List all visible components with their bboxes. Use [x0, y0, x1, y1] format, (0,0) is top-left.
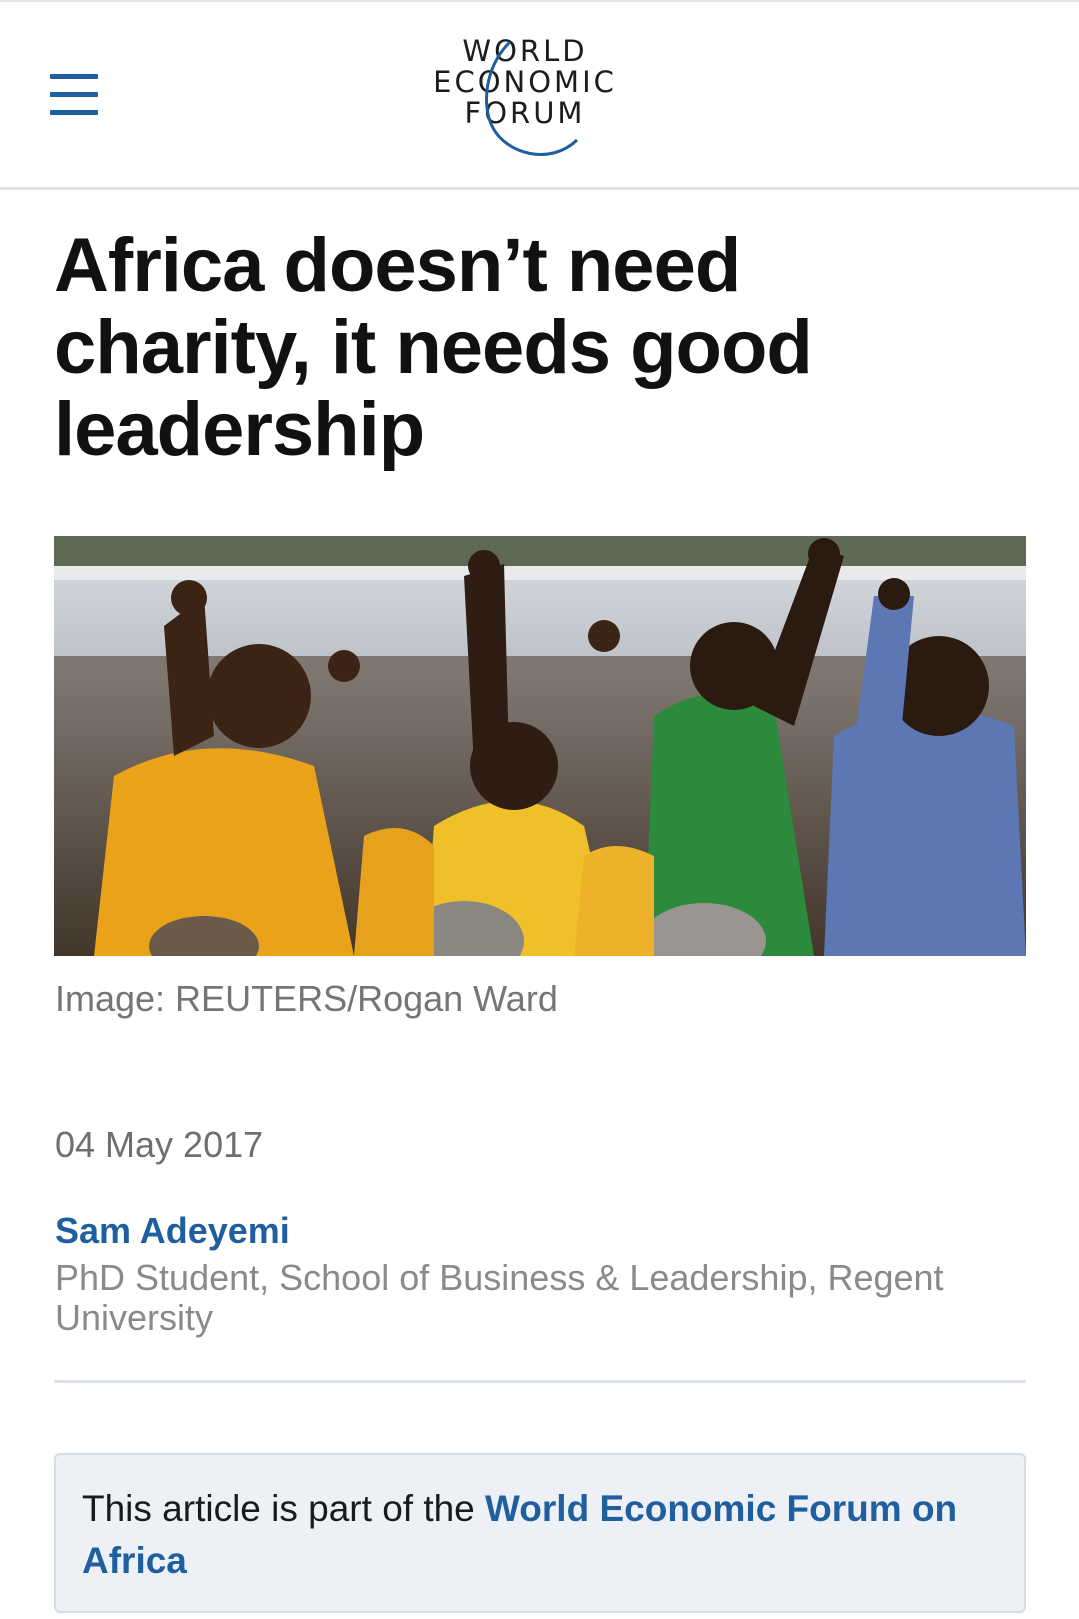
menu-bar-bottom	[50, 110, 98, 115]
author-name-link[interactable]: Sam Adeyemi	[55, 1210, 290, 1252]
site-header: WORLD ECONOMIC FORUM	[0, 0, 1079, 190]
article-page: WORLD ECONOMIC FORUM Africa doesn’t need…	[0, 0, 1079, 1619]
hamburger-menu-icon[interactable]	[50, 70, 100, 118]
article-headline: Africa doesn’t need charity, it needs go…	[54, 223, 813, 472]
wef-logo[interactable]: WORLD ECONOMIC FORUM	[415, 36, 655, 166]
series-notice-box: This article is part of the World Econom…	[54, 1453, 1026, 1613]
hero-photo	[54, 536, 1026, 956]
publish-date: 04 May 2017	[55, 1124, 264, 1165]
image-caption: Image: REUTERS/Rogan Ward	[55, 978, 558, 1019]
crowd-photo-illustration	[54, 536, 1026, 956]
menu-bar-middle	[50, 92, 98, 97]
logo-arc-icon	[485, 40, 579, 156]
section-divider	[54, 1380, 1026, 1383]
author-title: PhD Student, School of Business & Leader…	[55, 1257, 944, 1338]
menu-bar-top	[50, 74, 98, 79]
notice-prefix: This article is part of the	[82, 1488, 486, 1529]
